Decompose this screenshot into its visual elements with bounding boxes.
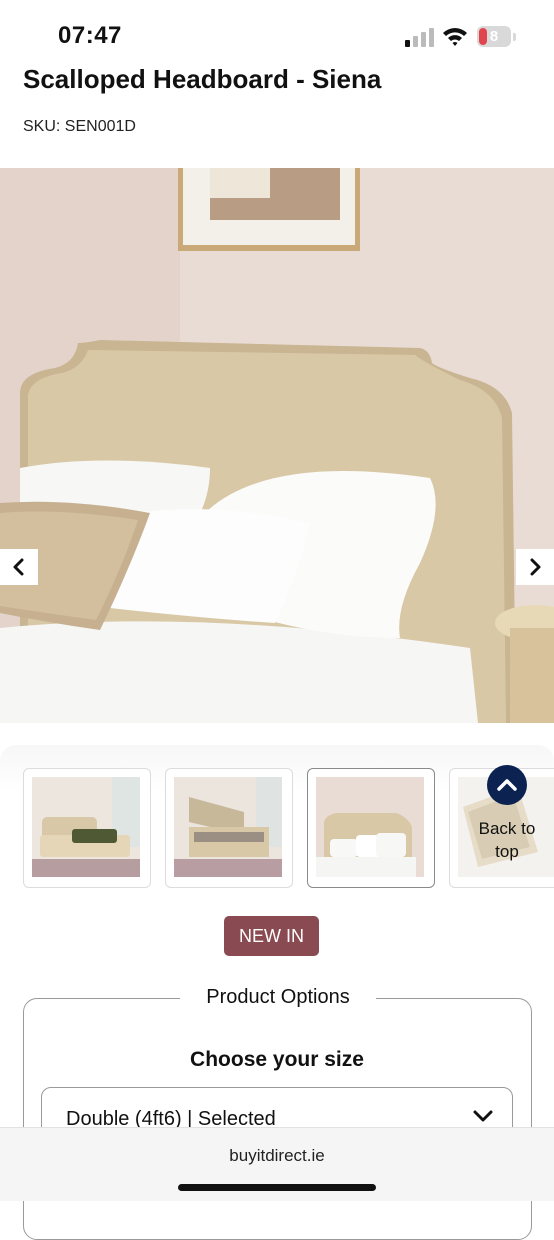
chevron-right-icon xyxy=(530,558,541,576)
browser-url[interactable]: buyitdirect.ie xyxy=(0,1146,554,1166)
battery-level: 8 xyxy=(489,28,499,45)
signal-icon xyxy=(405,28,434,47)
product-hero-image[interactable] xyxy=(0,168,554,723)
browser-bar: buyitdirect.ie xyxy=(0,1127,554,1201)
back-to-top-button[interactable]: Back to top xyxy=(470,765,544,865)
chevron-up-icon xyxy=(487,765,527,805)
back-to-top-label: Back to top xyxy=(478,819,536,861)
carousel-next-button[interactable] xyxy=(516,549,554,585)
thumbnail-3[interactable] xyxy=(307,768,435,888)
wifi-icon xyxy=(443,28,467,46)
product-sku: SKU: SEN001D xyxy=(23,118,136,135)
thumbnail-1[interactable] xyxy=(23,768,151,888)
thumbnail-2[interactable] xyxy=(165,768,293,888)
carousel-prev-button[interactable] xyxy=(0,549,38,585)
status-bar: 07:47 8 xyxy=(0,0,554,70)
battery-icon: 8 xyxy=(477,26,517,48)
size-heading: Choose your size xyxy=(190,1048,364,1071)
new-in-badge: NEW IN xyxy=(224,916,319,956)
product-options-legend: Product Options xyxy=(180,986,376,1009)
chevron-down-icon xyxy=(473,1110,493,1122)
chevron-left-icon xyxy=(13,558,24,576)
status-time: 07:47 xyxy=(58,22,122,49)
product-title: Scalloped Headboard - Siena xyxy=(23,64,382,94)
home-indicator[interactable] xyxy=(178,1184,376,1191)
